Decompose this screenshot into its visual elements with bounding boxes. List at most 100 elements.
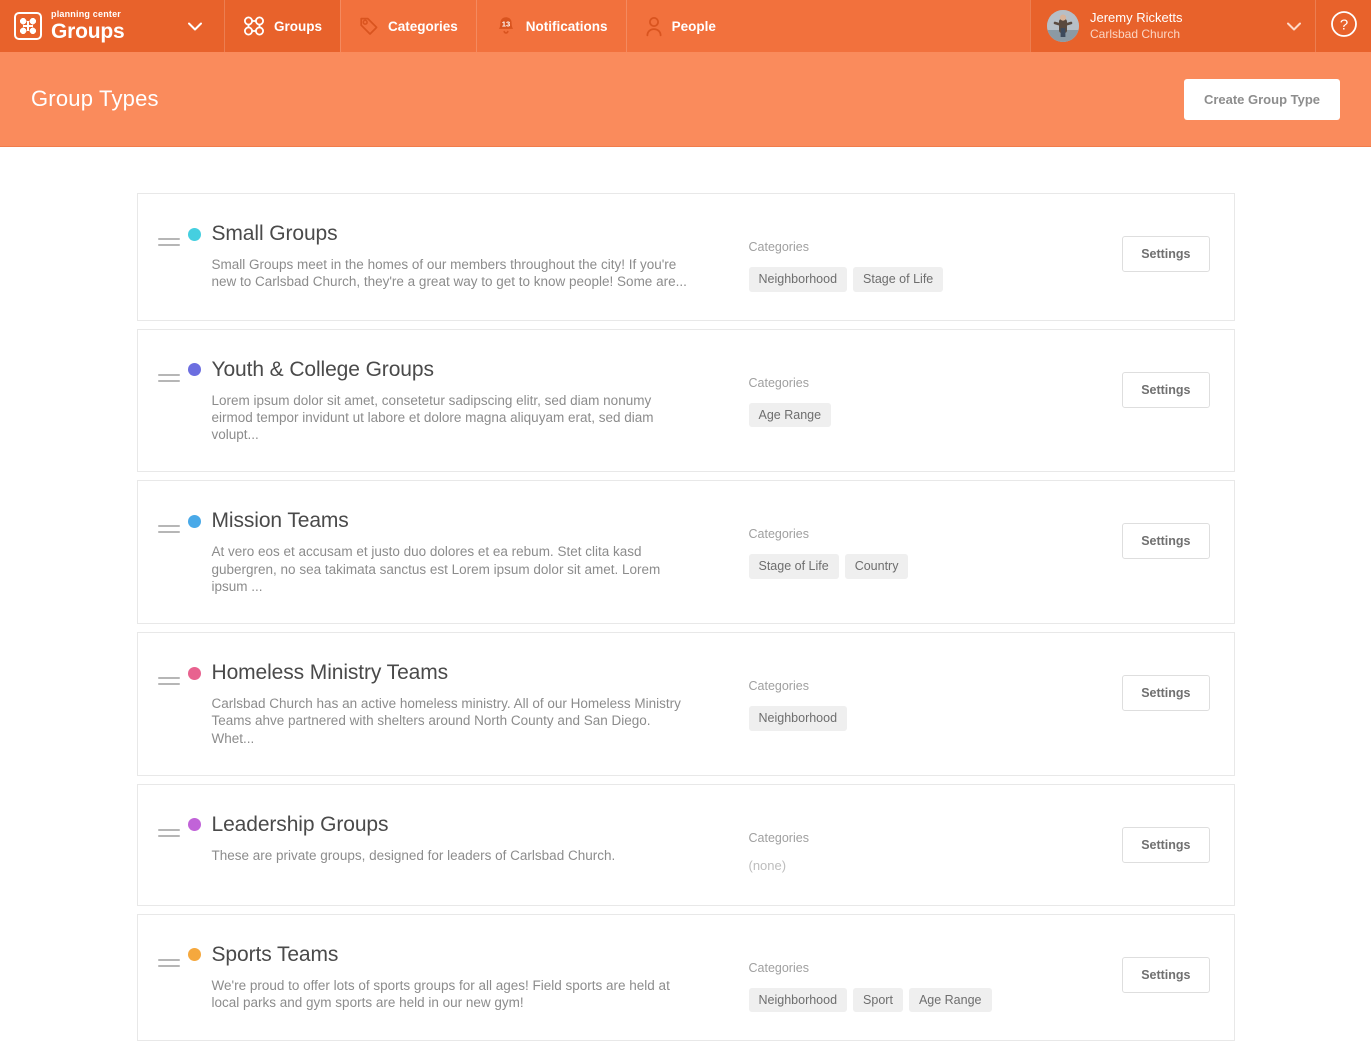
group-type-actions: Settings bbox=[1122, 943, 1209, 993]
settings-button[interactable]: Settings bbox=[1122, 827, 1209, 863]
settings-button[interactable]: Settings bbox=[1122, 675, 1209, 711]
group-type-name[interactable]: Leadership Groups bbox=[212, 813, 389, 837]
category-tag[interactable]: Neighborhood bbox=[749, 267, 848, 292]
drag-handle-line bbox=[158, 959, 180, 961]
user-menu[interactable]: Jeremy Ricketts Carlsbad Church bbox=[1030, 0, 1316, 52]
group-type-description: Lorem ipsum dolor sit amet, consetetur s… bbox=[188, 392, 688, 444]
create-group-type-button[interactable]: Create Group Type bbox=[1184, 79, 1340, 120]
drag-handle[interactable] bbox=[158, 238, 180, 246]
chevron-down-icon[interactable] bbox=[1287, 22, 1301, 31]
category-tag[interactable]: Sport bbox=[853, 988, 903, 1013]
categories-label: Categories bbox=[749, 376, 1123, 390]
category-tag[interactable]: Age Range bbox=[909, 988, 992, 1013]
categories-label: Categories bbox=[749, 679, 1123, 693]
group-type-color-dot bbox=[188, 515, 201, 528]
help-circle-icon: ? bbox=[1330, 10, 1358, 43]
group-type-color-dot bbox=[188, 818, 201, 831]
group-type-card: Sports Teams We're proud to offer lots o… bbox=[137, 914, 1235, 1042]
planning-center-groups-logo-icon bbox=[14, 12, 42, 40]
drag-handle-line bbox=[158, 531, 180, 533]
help-button[interactable]: ? bbox=[1316, 0, 1371, 52]
settings-button[interactable]: Settings bbox=[1122, 523, 1209, 559]
group-type-description: Small Groups meet in the homes of our me… bbox=[188, 256, 688, 291]
category-tag-list: Stage of LifeCountry bbox=[749, 554, 1123, 579]
drag-handle-line bbox=[158, 835, 180, 837]
group-type-title-row: Youth & College Groups bbox=[188, 358, 745, 382]
group-type-title-row: Small Groups bbox=[188, 222, 745, 246]
group-type-categories: Categories NeighborhoodSportAge Range bbox=[745, 943, 1123, 1013]
group-type-actions: Settings bbox=[1122, 222, 1209, 272]
category-tag[interactable]: Neighborhood bbox=[749, 706, 848, 731]
top-navigation-bar: planning center Groups Groups Categorie bbox=[0, 0, 1371, 52]
settings-button[interactable]: Settings bbox=[1122, 957, 1209, 993]
tag-icon bbox=[359, 16, 379, 36]
drag-handle-line bbox=[158, 829, 180, 831]
drag-handle-line bbox=[158, 965, 180, 967]
group-type-main: Leadership Groups These are private grou… bbox=[180, 813, 745, 864]
group-type-title-row: Homeless Ministry Teams bbox=[188, 661, 745, 685]
group-type-name[interactable]: Homeless Ministry Teams bbox=[212, 661, 449, 685]
group-type-actions: Settings bbox=[1122, 813, 1209, 863]
group-type-main: Homeless Ministry Teams Carlsbad Church … bbox=[180, 661, 745, 747]
group-type-card: Homeless Ministry Teams Carlsbad Church … bbox=[137, 632, 1235, 776]
drag-handle[interactable] bbox=[158, 525, 180, 533]
group-type-name[interactable]: Youth & College Groups bbox=[212, 358, 434, 382]
groups-icon bbox=[243, 16, 265, 36]
nav-item-people[interactable]: People bbox=[626, 0, 734, 52]
drag-handle[interactable] bbox=[158, 829, 180, 837]
category-tag-list: Age Range bbox=[749, 403, 1123, 428]
brand-text: planning center Groups bbox=[51, 10, 124, 42]
group-type-main: Mission Teams At vero eos et accusam et … bbox=[180, 509, 745, 595]
category-tag[interactable]: Country bbox=[845, 554, 909, 579]
page-content: Small Groups Small Groups meet in the ho… bbox=[0, 147, 1371, 1041]
group-type-main: Youth & College Groups Lorem ipsum dolor… bbox=[180, 358, 745, 444]
category-tag[interactable]: Stage of Life bbox=[853, 267, 943, 292]
user-names: Jeremy Ricketts Carlsbad Church bbox=[1090, 10, 1276, 41]
brand-name: Groups bbox=[51, 21, 124, 42]
categories-label: Categories bbox=[749, 240, 1123, 254]
brand-logo-dropdown[interactable]: planning center Groups bbox=[0, 0, 224, 52]
user-organization: Carlsbad Church bbox=[1090, 27, 1276, 42]
category-tag-list: Neighborhood bbox=[749, 706, 1123, 731]
drag-handle[interactable] bbox=[158, 374, 180, 382]
nav-label-people: People bbox=[672, 19, 716, 34]
drag-handle[interactable] bbox=[158, 959, 180, 967]
group-type-description: Carlsbad Church has an active homeless m… bbox=[188, 695, 688, 747]
settings-button[interactable]: Settings bbox=[1122, 372, 1209, 408]
group-type-name[interactable]: Sports Teams bbox=[212, 943, 339, 967]
group-type-name[interactable]: Mission Teams bbox=[212, 509, 349, 533]
nav-spacer bbox=[734, 0, 1030, 52]
group-type-color-dot bbox=[188, 667, 201, 680]
category-tag[interactable]: Neighborhood bbox=[749, 988, 848, 1013]
categories-label: Categories bbox=[749, 961, 1123, 975]
nav-label-notifications: Notifications bbox=[526, 19, 608, 34]
group-type-title-row: Mission Teams bbox=[188, 509, 745, 533]
drag-handle-line bbox=[158, 677, 180, 679]
group-type-name[interactable]: Small Groups bbox=[212, 222, 338, 246]
nav-item-notifications[interactable]: 13 Notifications bbox=[476, 0, 626, 52]
group-type-actions: Settings bbox=[1122, 358, 1209, 408]
group-type-title-row: Leadership Groups bbox=[188, 813, 745, 837]
categories-empty: (none) bbox=[749, 858, 1123, 873]
group-type-list: Small Groups Small Groups meet in the ho… bbox=[137, 193, 1235, 1041]
user-name: Jeremy Ricketts bbox=[1090, 10, 1276, 26]
person-icon bbox=[645, 16, 663, 37]
drag-handle[interactable] bbox=[158, 677, 180, 685]
group-type-color-dot bbox=[188, 363, 201, 376]
category-tag[interactable]: Stage of Life bbox=[749, 554, 839, 579]
drag-handle-line bbox=[158, 380, 180, 382]
group-type-color-dot bbox=[188, 948, 201, 961]
group-type-card: Mission Teams At vero eos et accusam et … bbox=[137, 480, 1235, 624]
drag-handle-line bbox=[158, 374, 180, 376]
nav-item-categories[interactable]: Categories bbox=[340, 0, 476, 52]
drag-handle-line bbox=[158, 525, 180, 527]
nav-item-groups[interactable]: Groups bbox=[224, 0, 340, 52]
group-type-categories: Categories NeighborhoodStage of Life bbox=[745, 222, 1123, 292]
bell-icon: 13 bbox=[495, 15, 517, 37]
group-type-card: Youth & College Groups Lorem ipsum dolor… bbox=[137, 329, 1235, 473]
drag-handle-line bbox=[158, 238, 180, 240]
page-header: Group Types Create Group Type bbox=[0, 52, 1371, 147]
chevron-down-icon[interactable] bbox=[184, 22, 206, 31]
settings-button[interactable]: Settings bbox=[1122, 236, 1209, 272]
category-tag[interactable]: Age Range bbox=[749, 403, 832, 428]
